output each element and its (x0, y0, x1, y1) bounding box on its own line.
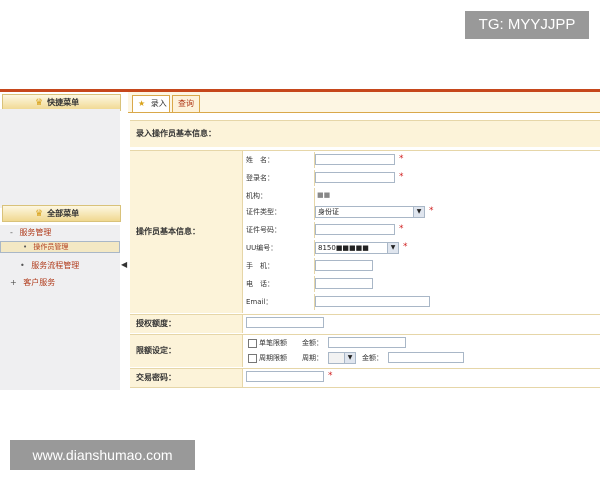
id-number-row: 证件号码： * (243, 222, 600, 240)
star-icon: ★ (138, 99, 146, 108)
org-label: 机构： (243, 188, 315, 204)
period-select[interactable]: ▼ (328, 352, 356, 364)
required-mark: * (399, 224, 404, 234)
tab-query[interactable]: 查询 (172, 95, 200, 112)
required-mark: * (403, 242, 408, 252)
amount-label: 金额： (302, 339, 323, 347)
login-label: 登录名： (243, 170, 315, 186)
password-label: 交易密码： (130, 369, 242, 387)
required-mark: * (399, 172, 404, 182)
name-row: 姓 名： * (243, 152, 600, 170)
name-label: 姓 名： (243, 152, 315, 168)
limit-label: 限额设定： (130, 335, 242, 367)
required-mark: * (328, 371, 333, 381)
sidebar-item-customer-service[interactable]: + 客户服务 (0, 275, 120, 291)
mobile-input[interactable] (315, 260, 373, 271)
sidebar-item-operator-management[interactable]: • 操作员管理 (0, 241, 120, 253)
collapse-sidebar-icon[interactable]: ◀ (121, 260, 127, 269)
sidebar: ♛ 快捷菜单 ♛ 全部菜单 - 服务管理 • 操作员管理 • 服务流程管理 + 客户… (0, 92, 121, 390)
single-limit-line: 单笔限额 金额： (248, 336, 598, 350)
chevron-down-icon: ▼ (387, 243, 398, 253)
operator-form: 录入操作员基本信息： 操作员基本信息： 姓 名： * 登录名： * 机构： ■■… (130, 120, 600, 388)
required-mark: * (399, 154, 404, 164)
watermark-top: TG: MYYJJPP (465, 11, 589, 39)
credit-input[interactable] (246, 317, 324, 328)
login-name-input[interactable] (315, 172, 395, 183)
org-row: 机构： ■■ ■■ (243, 188, 600, 213)
phone-input[interactable] (315, 278, 373, 289)
id-type-row: 证件类型： 身份证 ▼ * (243, 204, 600, 222)
email-label: Email： (243, 294, 315, 310)
basic-info-fields: 姓 名： * 登录名： * 机构： ■■ ■■ 证件类型： 身份证 ▼ * (243, 151, 600, 313)
amount2-label: 金额： (362, 354, 383, 362)
period-label: 周期： (302, 354, 323, 362)
sidebar-item-service-process-management[interactable]: • 服务流程管理 (0, 258, 120, 274)
required-mark: * (429, 206, 434, 216)
basic-info-label: 操作员基本信息： (130, 151, 242, 313)
mobile-row: 手 机： (243, 258, 600, 276)
password-input[interactable] (246, 371, 324, 382)
email-input[interactable] (315, 296, 430, 307)
phone-label: 电 话： (243, 276, 315, 292)
basic-info-group: 操作员基本信息： 姓 名： * 登录名： * 机构： ■■ ■■ 证件类型： 身… (130, 150, 600, 313)
id-type-select[interactable]: 身份证 ▼ (315, 206, 425, 218)
single-limit-checkbox[interactable]: 单笔限额 (248, 336, 287, 350)
password-row: 交易密码： * (130, 368, 600, 388)
all-menu-body: - 服务管理 • 操作员管理 • 服务流程管理 + 客户服务 (0, 225, 120, 390)
chevron-down-icon: ▼ (344, 353, 355, 363)
period-limit-line: 周期限额 周期： ▼ 金额： (248, 351, 598, 365)
watermark-bottom: www.dianshumao.com (10, 440, 195, 470)
chevron-down-icon: ▼ (413, 207, 424, 217)
login-row: 登录名： * (243, 170, 600, 188)
uu-number-select[interactable]: 8150■■■■■ ▼ (315, 242, 399, 254)
limit-row: 限额设定： 单笔限额 金额： 周期限额 周期： ▼ 金额： (130, 334, 600, 367)
all-menu-header[interactable]: ♛ 全部菜单 (2, 205, 121, 222)
id-number-label: 证件号码： (243, 222, 315, 238)
tab-bar: ★ 录入 查询 (128, 92, 600, 113)
section-title: 录入操作员基本信息： (130, 121, 600, 147)
tab-entry[interactable]: ★ 录入 (132, 95, 170, 112)
person-icon: ♛ (35, 209, 44, 219)
uu-row: UU编号： 8150■■■■■ ▼ * (243, 240, 600, 258)
section-title-row: 录入操作员基本信息： (130, 120, 600, 147)
email-row: Email： (243, 294, 600, 312)
credit-row: 授权额度： (130, 314, 600, 333)
single-amount-input[interactable] (328, 337, 406, 348)
sidebar-item-service-management[interactable]: - 服务管理 (0, 225, 120, 241)
period-limit-checkbox[interactable]: 周期限额 (248, 351, 287, 365)
mobile-label: 手 机： (243, 258, 315, 274)
period-amount-input[interactable] (388, 352, 464, 363)
phone-row: 电 话： (243, 276, 600, 294)
uu-label: UU编号： (243, 240, 315, 256)
name-input[interactable] (315, 154, 395, 165)
id-number-input[interactable] (315, 224, 395, 235)
id-type-label: 证件类型： (243, 204, 315, 220)
quick-menu-body (0, 109, 120, 208)
credit-label: 授权额度： (130, 315, 242, 333)
